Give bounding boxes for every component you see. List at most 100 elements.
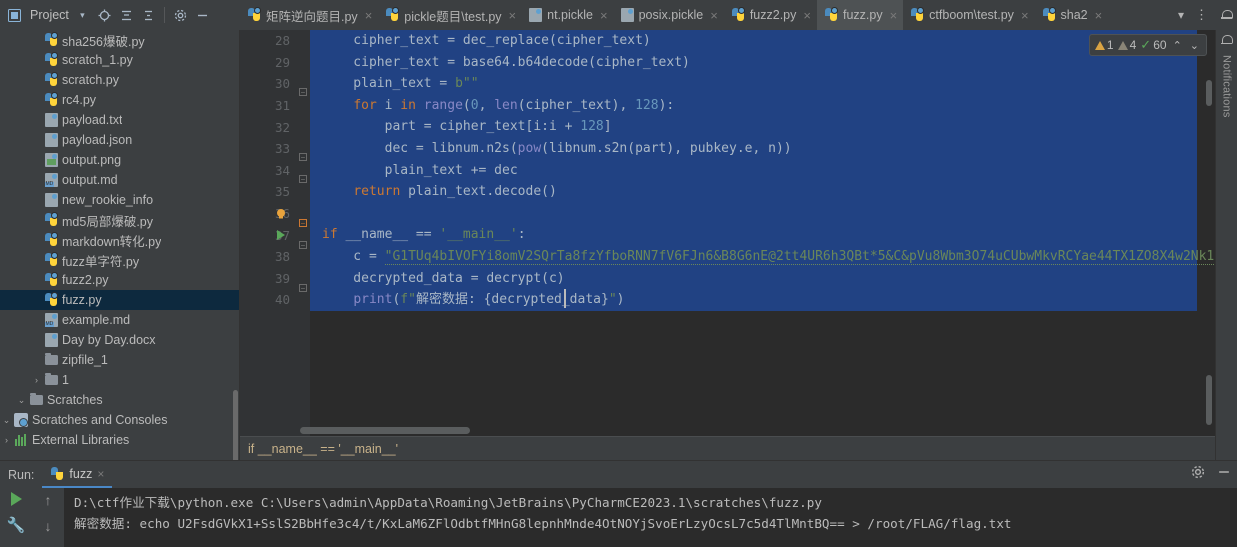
editor-tab-4[interactable]: fuzz2.py ×	[724, 0, 817, 30]
code-line-28[interactable]: cipher_text = dec_replace(cipher_text)	[310, 30, 1215, 52]
scroll-down-icon[interactable]: ↓	[45, 518, 52, 534]
tree-item-0[interactable]: › External Libraries	[0, 430, 239, 450]
close-icon[interactable]: ×	[600, 8, 608, 23]
tree-item-6[interactable]: MD example.md	[0, 310, 239, 330]
code-line-31[interactable]: for i in range(0, len(cipher_text), 128)…	[310, 95, 1215, 117]
editor-tab-0[interactable]: 矩阵逆向题目.py ×	[240, 0, 378, 30]
locate-icon[interactable]	[96, 7, 113, 24]
tree-item-19[interactable]: scratch_1.py	[0, 50, 239, 70]
tree-item-14[interactable]: output.png	[0, 150, 239, 170]
editor-tab-3[interactable]: posix.pickle ×	[614, 0, 724, 30]
editor-tab-1[interactable]: pickle题目\test.py ×	[378, 0, 522, 30]
code-folding-column[interactable]: – – – – – –	[296, 30, 310, 436]
editor-tab-6[interactable]: ctfboom\test.py ×	[903, 0, 1034, 30]
gear-icon[interactable]	[1191, 465, 1205, 484]
tree-item-17[interactable]: rc4.py	[0, 90, 239, 110]
tab-list-chevron-icon[interactable]: ▾	[1174, 0, 1188, 30]
code-line-37[interactable]: if __name__ == '__main__':	[310, 224, 1215, 246]
chevron-down-icon[interactable]: ▾	[74, 7, 91, 24]
editor-tab-7[interactable]: sha2 ×	[1035, 0, 1109, 30]
tree-item-15[interactable]: payload.json	[0, 130, 239, 150]
editor-tab-5[interactable]: fuzz.py ×	[816, 0, 904, 30]
project-tree[interactable]: sha256爆破.py scratch_1.py scratch.py rc4.py p…	[0, 30, 240, 460]
close-icon[interactable]: ×	[803, 8, 811, 23]
fold-marker-38[interactable]: –	[299, 241, 307, 249]
notifications-rail[interactable]: Notifications	[1215, 30, 1237, 460]
run-configuration-tab[interactable]: fuzz ×	[42, 461, 113, 488]
tree-expand-arrow[interactable]: ›	[0, 435, 13, 445]
fold-marker-34[interactable]: –	[299, 153, 307, 161]
close-icon[interactable]: ×	[97, 467, 104, 481]
tree-item-4[interactable]: zipfile_1	[0, 350, 239, 370]
code-line-30[interactable]: plain_text = b""	[310, 73, 1215, 95]
close-icon[interactable]: ×	[1095, 8, 1103, 23]
tab-more-options-icon[interactable]: ⋮	[1188, 0, 1215, 30]
tree-item-2[interactable]: ⌄ Scratches	[0, 390, 239, 410]
rerun-play-icon[interactable]	[10, 492, 22, 506]
wrench-icon[interactable]: 🔧	[7, 516, 26, 534]
source-code[interactable]: cipher_text = dec_replace(cipher_text) c…	[310, 30, 1215, 311]
fold-marker-35[interactable]: –	[299, 175, 307, 183]
weak-warning-count-item[interactable]: 4	[1117, 38, 1136, 52]
run-console[interactable]: D:\ctf作业下载\python.exe C:\Users\admin\App…	[64, 488, 1237, 547]
hide-panel-icon[interactable]	[194, 7, 211, 24]
code-line-34[interactable]: plain_text += dec	[310, 160, 1215, 182]
tree-item-8[interactable]: fuzz2.py	[0, 270, 239, 290]
warning-count-item[interactable]: 1	[1094, 38, 1114, 52]
close-icon[interactable]: ×	[890, 8, 898, 23]
close-icon[interactable]: ×	[1021, 8, 1029, 23]
tree-item-16[interactable]: payload.txt	[0, 110, 239, 130]
scroll-up-icon[interactable]: ↑	[45, 492, 52, 508]
expand-all-icon[interactable]	[140, 7, 157, 24]
tree-item-20[interactable]: sha256爆破.py	[0, 30, 239, 50]
tree-item-7[interactable]: fuzz.py	[0, 290, 239, 310]
tree-item-3[interactable]: › 1	[0, 370, 239, 390]
code-line-29[interactable]: cipher_text = base64.b64decode(cipher_te…	[310, 52, 1215, 74]
code-line-38[interactable]: c = "G1TUq4bIVOFYi8omV2SQrTa8fzYfboRNN7f…	[310, 246, 1215, 268]
tree-item-10[interactable]: markdown转化.py	[0, 230, 239, 250]
code-line-39[interactable]: decrypted_data = decrypt(c)	[310, 268, 1215, 290]
notifications-bell-icon[interactable]	[1215, 0, 1237, 30]
bell-icon[interactable]	[1220, 34, 1233, 47]
collapse-all-icon[interactable]	[118, 7, 135, 24]
close-icon[interactable]: ×	[710, 8, 718, 23]
tree-item-5[interactable]: Day by Day.docx	[0, 330, 239, 350]
fold-marker-37[interactable]: –	[299, 219, 307, 227]
tree-item-11[interactable]: md5局部爆破.py	[0, 210, 239, 230]
gear-icon[interactable]	[172, 7, 189, 24]
code-editor[interactable]: 28293031323334353637383940 – – – – – – c…	[240, 30, 1215, 436]
folder-icon	[44, 373, 58, 385]
tree-expand-arrow[interactable]: ⌄	[0, 415, 13, 426]
close-icon[interactable]: ×	[509, 8, 517, 23]
editor-scrollbar-thumb[interactable]	[1206, 80, 1212, 106]
tree-item-12[interactable]: new_rookie_info	[0, 190, 239, 210]
editor-scrollbar-thumb-2[interactable]	[1206, 375, 1212, 425]
code-content[interactable]: cipher_text = dec_replace(cipher_text) c…	[310, 30, 1215, 436]
tree-item-13[interactable]: MD output.md	[0, 170, 239, 190]
fold-marker-40[interactable]: –	[299, 284, 307, 292]
editor-horizontal-scrollbar[interactable]	[300, 427, 470, 434]
tree-expand-arrow[interactable]: ⌄	[15, 395, 28, 406]
inspection-widget[interactable]: 1 4 ✓ 60 ⌃ ⌄	[1088, 34, 1207, 56]
minimize-icon[interactable]	[1217, 465, 1231, 484]
next-problem-icon[interactable]: ⌄	[1188, 39, 1201, 52]
tree-scrollbar[interactable]	[233, 390, 238, 460]
inspections-ok-item[interactable]: ✓ 60	[1140, 37, 1166, 53]
tree-item-18[interactable]: scratch.py	[0, 70, 239, 90]
tree-item-1[interactable]: ⌄ Scratches and Consoles	[0, 410, 239, 430]
tree-expand-arrow[interactable]: ›	[30, 375, 43, 385]
code-line-32[interactable]: part = cipher_text[i:i + 128]	[310, 116, 1215, 138]
editor-tab-2[interactable]: nt.pickle ×	[522, 0, 613, 30]
fold-marker-31[interactable]: –	[299, 88, 307, 96]
code-line-40[interactable]: print(f"解密数据: {decrypted_data}")	[310, 289, 1215, 311]
code-line-36[interactable]	[310, 203, 1215, 225]
breadcrumb[interactable]: if __name__ == '__main__'	[240, 436, 1215, 460]
prev-problem-icon[interactable]: ⌃	[1171, 39, 1184, 52]
code-line-33[interactable]: dec = libnum.n2s(pow(libnum.s2n(part), p…	[310, 138, 1215, 160]
tree-item-9[interactable]: fuzz单字符.py	[0, 250, 239, 270]
console-line-1: D:\ctf作业下载\python.exe C:\Users\admin\App…	[74, 495, 822, 510]
intention-bulb-icon[interactable]	[274, 203, 288, 225]
code-line-35[interactable]: return plain_text.decode()	[310, 181, 1215, 203]
run-line-play-icon[interactable]	[274, 224, 288, 246]
close-icon[interactable]: ×	[365, 8, 373, 23]
